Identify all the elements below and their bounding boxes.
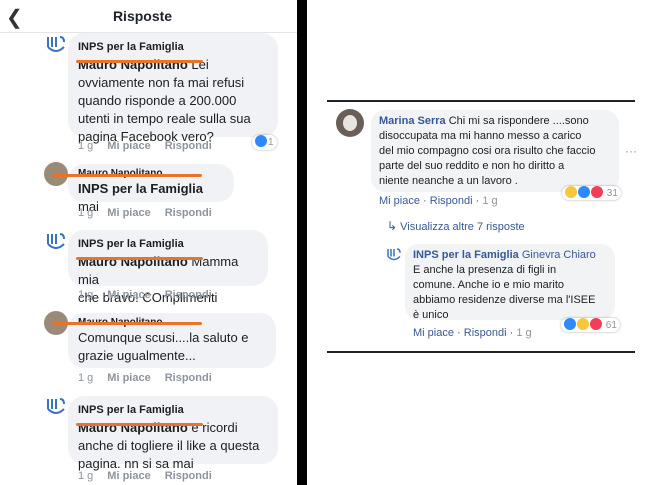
comment-actions: 1 g Mi piace Rispondi — [78, 207, 226, 219]
inps-logo-icon — [44, 230, 68, 254]
reply-arrow-icon: ↳ — [387, 219, 398, 233]
timestamp: 1 g — [78, 470, 94, 482]
timestamp: 1 g — [78, 372, 94, 384]
comment-author[interactable]: Marina Serra — [379, 115, 446, 127]
comment-text: anche di togliere il like a questa — [78, 438, 260, 453]
comment-text: Comunque scusi....la saluto e — [78, 330, 249, 345]
comment-text: abbiamo residenze diverse ma l'ISEE — [413, 294, 596, 306]
reaction-count[interactable]: 1 — [252, 135, 277, 150]
like-button[interactable]: Mi piace — [107, 207, 150, 219]
comment-bubble: INPS per la Famiglia Mauro Napolitano Le… — [68, 33, 278, 144]
view-more-replies[interactable]: ↳ Visualizza altre 7 risposte — [387, 219, 525, 233]
comment-text: del mio compagno cosi ora risulto che fa… — [379, 145, 596, 157]
comment-actions: 1 g Mi piace Rispondi — [78, 470, 226, 482]
reply-button[interactable]: Rispondi — [430, 195, 473, 207]
like-button[interactable]: Mi piace — [413, 327, 454, 339]
comment-text: parte del suo reddito e non ho diritto a — [379, 160, 565, 172]
mention[interactable]: INPS per la Famiglia — [78, 181, 203, 196]
like-reaction-icon — [255, 135, 267, 147]
like-button[interactable]: Mi piace — [107, 140, 150, 152]
like-button[interactable]: Mi piace — [107, 470, 150, 482]
comment-text: ovviamente non fa mai refusi — [78, 75, 245, 90]
comment-author[interactable]: INPS per la Famiglia — [78, 38, 268, 56]
haha-reaction-icon — [577, 318, 589, 330]
like-button[interactable]: Mi piace — [107, 372, 150, 384]
replies-header: ❮ Risposte — [0, 0, 297, 33]
timestamp: 1 g — [516, 327, 532, 339]
inps-logo-icon — [44, 33, 68, 57]
reply-button[interactable]: Rispondi — [165, 140, 212, 152]
top-rule — [327, 100, 635, 102]
inps-logo-icon — [44, 395, 68, 419]
love-reaction-icon — [590, 318, 602, 330]
love-reaction-icon — [591, 186, 603, 198]
comment-actions: Mi piace · Rispondi · 1 g — [413, 327, 532, 339]
redaction-mark — [52, 322, 202, 325]
comment-bubble: Mauro Napolitano INPS per la Famiglia ma… — [68, 164, 234, 214]
haha-reaction-icon — [565, 186, 577, 198]
panel-divider — [297, 0, 307, 485]
comment-text: utenti in tempo reale sulla sua — [78, 111, 251, 126]
comment-author[interactable]: INPS per la Famiglia — [78, 235, 258, 253]
mention[interactable]: Ginevra Chiaro — [522, 249, 596, 261]
reply-button[interactable]: Rispondi — [165, 289, 212, 301]
comment-actions: 1 g Mi piace Rispondi — [78, 372, 226, 384]
timestamp: 1 g — [78, 140, 94, 152]
redaction-mark — [76, 60, 203, 63]
comment-author[interactable]: INPS per la Famiglia — [413, 249, 519, 261]
comment-text: disoccupata ma mi hanno messo a carico — [379, 130, 582, 142]
comment-bubble: INPS per la Famiglia Mauro Napolitano e … — [68, 396, 278, 471]
avatar[interactable] — [336, 109, 364, 137]
timestamp: 1 g — [78, 207, 94, 219]
comment-thread-panel: Marina Serra Chi mi sa rispondere ....so… — [307, 0, 650, 485]
more-options-icon[interactable]: ··· — [625, 144, 637, 158]
comment-text: Chi mi sa rispondere ....sono — [448, 115, 589, 127]
reply-button[interactable]: Rispondi — [464, 327, 507, 339]
comment-text: comune. Anche io e mio marito — [413, 279, 565, 291]
like-reaction-icon — [564, 318, 576, 330]
page-title: Risposte — [112, 8, 173, 24]
inps-logo-icon — [385, 246, 403, 264]
comment-text: quando risponde a 200.000 — [78, 93, 237, 108]
comment-bubble: INPS per la Famiglia Ginevra Chiaro E an… — [405, 244, 615, 321]
comment-bubble: Marina Serra Chi mi sa rispondere ....so… — [371, 110, 619, 192]
timestamp: 1 g — [78, 289, 94, 301]
reaction-count[interactable]: 61 — [561, 318, 620, 332]
like-button[interactable]: Mi piace — [107, 289, 150, 301]
timestamp: 1 g — [482, 195, 498, 207]
comment-actions: Mi piace · Rispondi · 1 g — [379, 195, 498, 207]
redaction-mark — [76, 257, 203, 260]
like-button[interactable]: Mi piace — [379, 195, 420, 207]
comment-text: E anche la presenza di figli in — [413, 264, 557, 276]
redaction-mark — [52, 174, 202, 177]
reply-button[interactable]: Rispondi — [165, 372, 212, 384]
comment-text: grazie ugualmente... — [78, 348, 196, 363]
bottom-rule — [327, 351, 635, 353]
like-reaction-icon — [578, 186, 590, 198]
comment-actions: 1 g Mi piace Rispondi — [78, 140, 226, 152]
replies-panel: ❮ Risposte INPS per la Famiglia Mauro Na… — [0, 0, 297, 485]
reply-button[interactable]: Rispondi — [165, 470, 212, 482]
reply-button[interactable]: Rispondi — [165, 207, 212, 219]
reaction-count[interactable]: 31 — [562, 186, 621, 200]
redaction-mark — [76, 423, 203, 426]
comment-actions: 1 g Mi piace Rispondi — [78, 289, 226, 301]
comment-author[interactable]: INPS per la Famiglia — [78, 401, 268, 419]
